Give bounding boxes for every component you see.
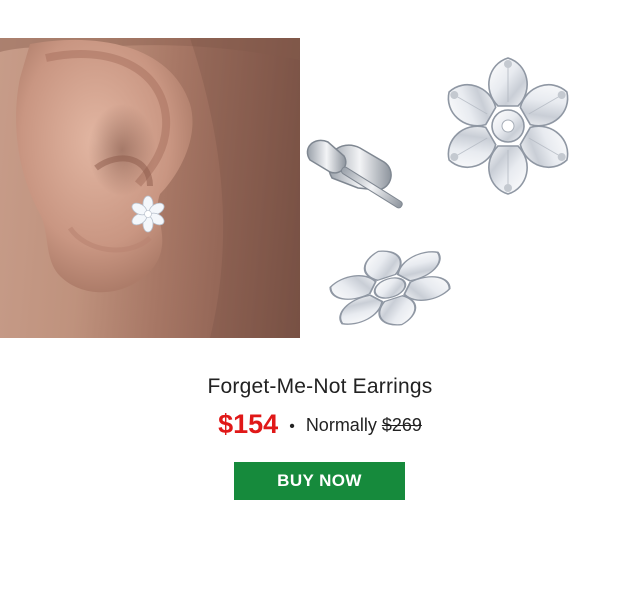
ear-illustration [0, 38, 300, 338]
front-flower-icon [447, 57, 569, 195]
original-price: $269 [381, 415, 422, 435]
product-card: Forget-Me-Not Earrings $154 • Normally $… [0, 0, 640, 614]
sale-price: $154 [218, 409, 279, 439]
earrings-illustration [306, 57, 569, 326]
price-separator: • [289, 418, 295, 435]
rear-flower-icon [329, 250, 451, 326]
earring-on-ear-photo[interactable] [0, 38, 300, 338]
buy-now-button[interactable]: BUY NOW [234, 462, 405, 500]
normally-label: Normally [305, 415, 377, 435]
earrings-product-photo[interactable] [300, 38, 640, 348]
product-info: Forget-Me-Not Earrings $154 • Normally $… [0, 372, 640, 443]
price-line: $154 • Normally $269 [0, 408, 640, 443]
earring-back-clutch [306, 139, 403, 209]
product-title: Forget-Me-Not Earrings [207, 375, 433, 398]
